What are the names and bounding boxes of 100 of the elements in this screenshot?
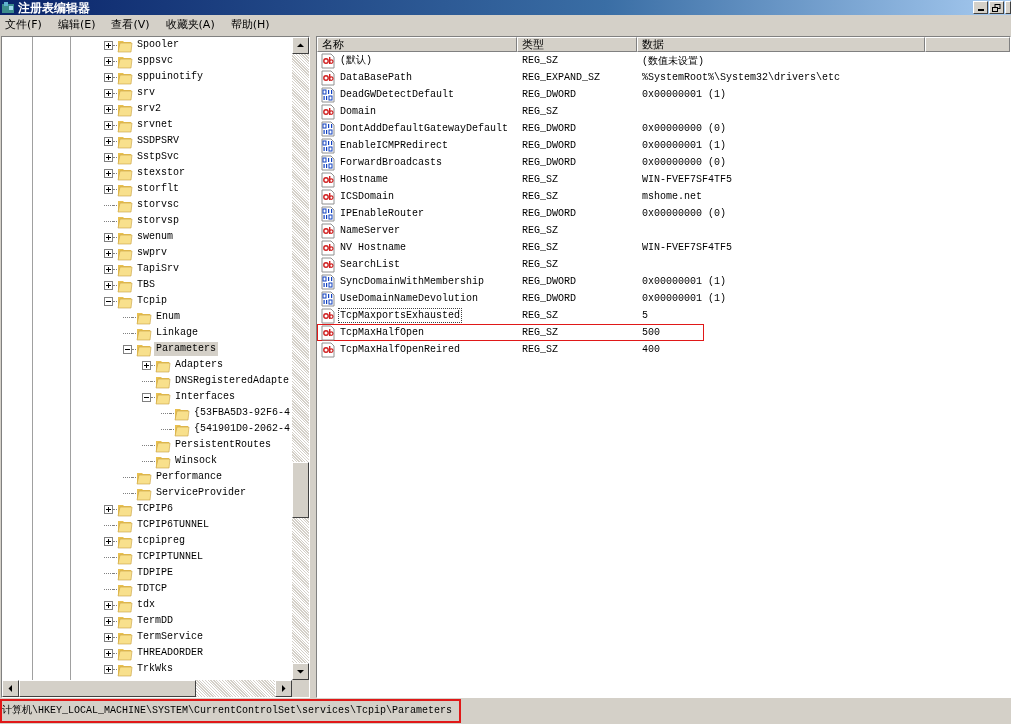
tree-item[interactable]: Winsock [173,454,219,468]
menu-item[interactable]: 编辑(E) [54,16,101,32]
tree-item[interactable]: tcpipreg [135,534,187,548]
column-header[interactable]: 类型 [517,37,637,52]
value-name[interactable]: NV Hostname [338,240,408,255]
expand-toggle[interactable] [104,280,113,290]
tree-item[interactable]: TCPIP6 [135,502,175,516]
value-name[interactable]: Domain [338,104,378,119]
tree-item[interactable]: swprv [135,246,169,260]
tree-item[interactable]: TermDD [135,614,175,628]
expand-toggle[interactable] [104,264,113,274]
tree-item[interactable]: srv [135,86,157,100]
value-name[interactable]: NameServer [338,223,402,238]
expand-toggle[interactable] [104,56,113,66]
tree-item[interactable]: ServiceProvider [154,486,248,500]
tree-item[interactable]: SSDPSRV [135,134,181,148]
expand-toggle[interactable] [104,120,113,130]
tree-item[interactable]: TermService [135,630,205,644]
tree-item[interactable]: Linkage [154,326,200,340]
collapse-toggle[interactable] [104,296,113,306]
tree-item[interactable]: {53FBA5D3-92F6-4 [192,406,292,420]
value-name[interactable]: ForwardBroadcasts [338,155,445,170]
tree-item[interactable]: DNSRegisteredAdapte [173,374,292,388]
menu-item[interactable]: 帮助(H) [227,16,275,32]
menu-item[interactable]: 查看(V) [108,16,155,32]
tree-item[interactable]: Enum [154,310,182,324]
tree-item[interactable]: srvnet [135,118,175,132]
tree-item[interactable]: sppsvc [135,54,175,68]
tree-item[interactable]: TDTCP [135,582,169,596]
tree-item[interactable]: Parameters [154,342,218,356]
expand-toggle[interactable] [104,104,113,114]
tree-item[interactable]: TCPIPTUNNEL [135,550,205,564]
value-name[interactable]: (默认) [338,53,374,68]
value-name[interactable]: TcpMaxportsExhausted [338,308,463,323]
tree-item[interactable]: stexstor [135,166,187,180]
tree-item[interactable]: TCPIP6TUNNEL [135,518,211,532]
tree-item[interactable]: Performance [154,470,224,484]
expand-toggle[interactable] [104,88,113,98]
tree-item[interactable]: PersistentRoutes [173,438,273,452]
expand-toggle[interactable] [104,72,113,82]
expand-toggle[interactable] [104,184,113,194]
expand-toggle[interactable] [104,136,113,146]
scroll-left-button[interactable] [2,680,19,697]
tree-item[interactable]: TDPIPE [135,566,175,580]
column-header[interactable]: 数据 [637,37,925,52]
expand-toggle[interactable] [104,632,113,642]
tree-item[interactable]: {541901D0-2062-4 [192,422,292,436]
column-header[interactable]: 名称 [317,37,517,52]
collapse-toggle[interactable] [123,344,132,354]
expand-toggle[interactable] [104,504,113,514]
tree-item[interactable]: srv2 [135,102,163,116]
tree-item[interactable]: storvsc [135,198,181,212]
expand-toggle[interactable] [104,648,113,658]
value-name[interactable]: DataBasePath [338,70,414,85]
tree-item[interactable]: storvsp [135,214,181,228]
scroll-right-button[interactable] [275,680,292,697]
value-name[interactable]: Hostname [338,172,390,187]
tree-item[interactable]: tdx [135,598,157,612]
expand-toggle[interactable] [104,248,113,258]
expand-toggle[interactable] [104,616,113,626]
value-name[interactable]: SearchList [338,257,402,272]
value-name[interactable]: SyncDomainWithMembership [338,274,487,289]
expand-toggle[interactable] [104,40,113,50]
value-name[interactable]: TcpMaxHalfOpenReired [338,342,463,357]
value-name[interactable]: TcpMaxHalfOpen [338,325,426,340]
expand-toggle[interactable] [104,664,113,674]
vertical-scrollbar[interactable] [292,37,309,680]
tree-item[interactable]: storflt [135,182,181,196]
tree-item[interactable]: Spooler [135,38,181,52]
value-name[interactable]: DeadGWDetectDefault [338,87,457,102]
column-header[interactable] [925,37,1010,52]
expand-toggle[interactable] [104,600,113,610]
menu-item[interactable]: 收藏夹(A) [162,16,220,32]
tree-item[interactable]: Adapters [173,358,225,372]
expand-toggle[interactable] [104,536,113,546]
scroll-down-button[interactable] [292,663,309,680]
tree-item[interactable]: THREADORDER [135,646,205,660]
value-name[interactable]: DontAddDefaultGatewayDefault [338,121,511,136]
horizontal-scrollbar[interactable] [2,680,309,697]
expand-toggle[interactable] [104,152,113,162]
collapse-toggle[interactable] [142,392,151,402]
tree-item[interactable]: SstpSvc [135,150,181,164]
value-name[interactable]: UseDomainNameDevolution [338,291,481,306]
expand-toggle[interactable] [142,360,151,370]
minimize-button[interactable] [973,1,988,14]
value-name[interactable]: EnableICMPRedirect [338,138,451,153]
tree-item[interactable]: sppuinotify [135,70,205,84]
scroll-up-button[interactable] [292,37,309,54]
close-button[interactable] [1005,1,1011,14]
scroll-thumb[interactable] [19,680,196,697]
tree-item[interactable]: Tcpip [135,294,169,308]
expand-toggle[interactable] [104,168,113,178]
tree-item[interactable]: Interfaces [173,390,237,404]
value-name[interactable]: IPEnableRouter [338,206,426,221]
tree-item[interactable]: TBS [135,278,157,292]
restore-button[interactable] [989,1,1004,14]
expand-toggle[interactable] [104,232,113,242]
tree-item[interactable]: TrkWks [135,662,175,676]
value-name[interactable]: ICSDomain [338,189,396,204]
scroll-thumb[interactable] [292,462,309,518]
